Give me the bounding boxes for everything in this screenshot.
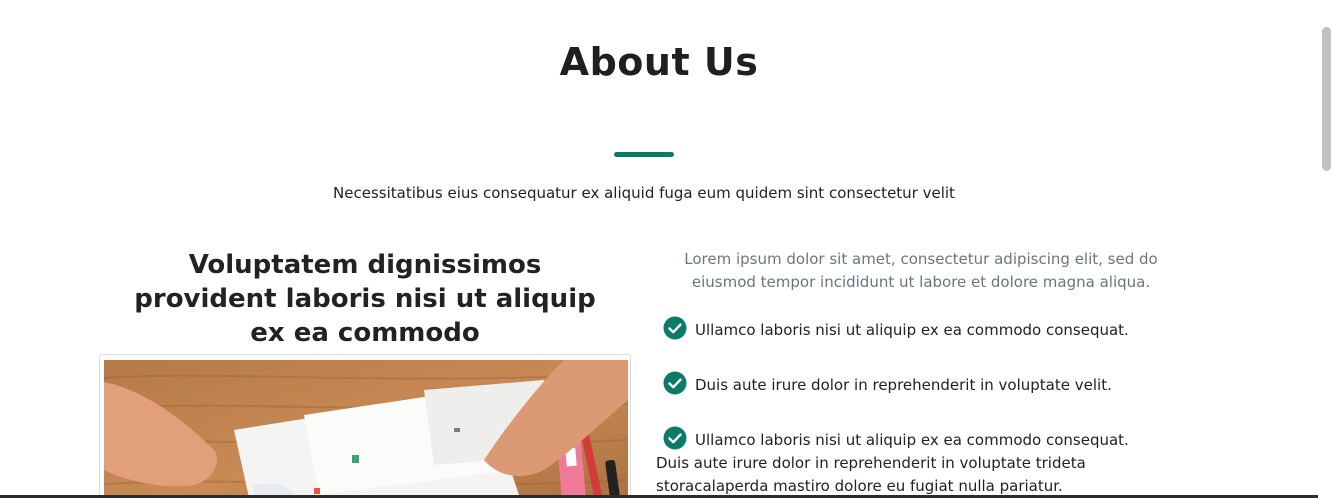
- section-subtitle: Necessitatibus eius consequatur ex aliqu…: [333, 184, 955, 202]
- feature-list: Ullamco laboris nisi ut aliquip ex ea co…: [656, 316, 1186, 498]
- right-column: Lorem ipsum dolor sit amet, consectetur …: [656, 248, 1186, 498]
- list-item: Ullamco laboris nisi ut aliquip ex ea co…: [656, 426, 1146, 498]
- check-circle-icon: [663, 316, 687, 340]
- feature-text: Ullamco laboris nisi ut aliquip ex ea co…: [656, 431, 1129, 495]
- intro-text: Lorem ipsum dolor sit amet, consectetur …: [684, 250, 1158, 291]
- list-item: Duis aute irure dolor in reprehenderit i…: [656, 371, 1186, 397]
- list-item: Ullamco laboris nisi ut aliquip ex ea co…: [656, 316, 1186, 342]
- check-circle-icon: [663, 371, 687, 395]
- feature-text: Ullamco laboris nisi ut aliquip ex ea co…: [695, 321, 1129, 339]
- feature-text: Duis aute irure dolor in reprehenderit i…: [695, 376, 1112, 394]
- title-underline: [614, 152, 674, 157]
- scrollbar-thumb[interactable]: [1322, 27, 1331, 171]
- scrollbar[interactable]: [1318, 0, 1333, 498]
- about-section: About Us Necessitatibus eius consequatur…: [0, 0, 1333, 498]
- left-heading: Voluptatem dignissimos provident laboris…: [134, 250, 596, 348]
- page-title: About Us: [559, 40, 759, 84]
- about-image: [99, 354, 631, 498]
- desk-photo-illustration: [104, 360, 628, 498]
- check-circle-icon: [663, 426, 687, 450]
- left-column: Voluptatem dignissimos provident laboris…: [99, 248, 631, 498]
